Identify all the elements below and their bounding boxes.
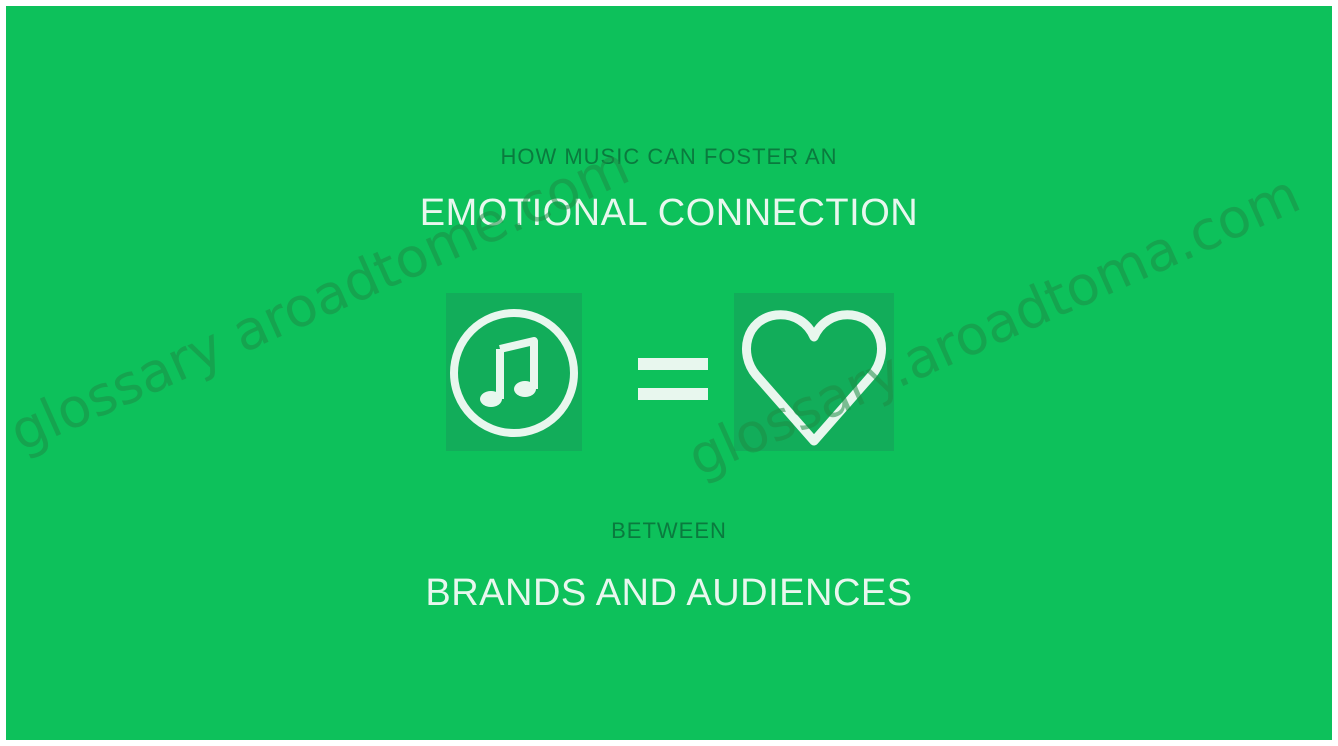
slide-kicker: HOW MUSIC CAN FOSTER AN [500,144,838,169]
equals-bar-top [638,358,708,370]
slide-frame: HOW MUSIC CAN FOSTER AN EMOTIONAL CONNEC… [6,6,1332,740]
equals-bar-bottom [638,388,708,400]
equals-icon [638,356,708,404]
music-icon-backdrop [446,293,582,451]
music-note-icon [450,309,578,437]
slide-connector: BETWEEN [611,518,727,543]
slide-subline: BRANDS AND AUDIENCES [425,572,913,614]
